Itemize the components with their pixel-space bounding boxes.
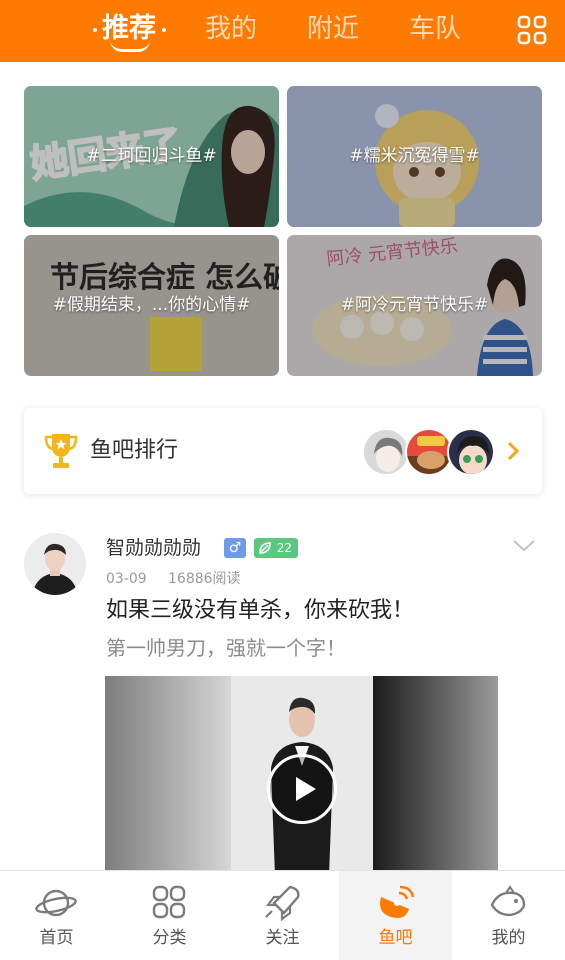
active-tab-left-dot <box>93 28 97 32</box>
bottom-tab-fishbar[interactable]: 鱼吧 <box>339 871 452 960</box>
play-icon[interactable] <box>267 754 337 824</box>
grid-icon[interactable] <box>516 14 548 46</box>
planet-icon <box>35 889 77 917</box>
active-tab-indicator <box>110 40 150 52</box>
trophy-icon <box>44 434 78 468</box>
avatar <box>364 430 408 474</box>
post-subtitle: 第一帅男刀，强就一个字！ <box>106 636 346 660</box>
topic-card-holiday[interactable]: 节后综合症 怎么破！ #假期结束，...你的心情# <box>24 235 279 376</box>
bottom-tab-mine[interactable]: 我的 <box>452 871 565 960</box>
avatar <box>449 430 493 474</box>
topic-label: #二珂回归斗鱼# <box>86 146 217 166</box>
post-title[interactable]: 如果三级没有单杀，你来砍我！ <box>106 595 414 627</box>
chevron-down-icon[interactable] <box>512 539 536 553</box>
post-date: 03-09 <box>106 571 147 587</box>
bottom-tab-category[interactable]: 分类 <box>113 871 226 960</box>
ranking-title: 鱼吧排行 <box>90 438 179 463</box>
feed-content: 她回来了 #二珂回归斗鱼# #糯米沉冤得雪# 节后综合症 怎么破！ #假期结束，… <box>0 62 565 870</box>
satellite-dish-icon <box>380 885 415 918</box>
level-badge: 22 <box>254 538 298 558</box>
topic-card-erke[interactable]: 她回来了 #二珂回归斗鱼# <box>24 86 279 227</box>
level-value: 22 <box>276 541 292 555</box>
post-video[interactable] <box>105 676 498 870</box>
topic-card-nuomi[interactable]: #糯米沉冤得雪# <box>287 86 542 227</box>
ranking-avatar <box>447 428 495 476</box>
tab-team[interactable]: 车队 <box>409 10 461 48</box>
gender-badge: ♂ <box>224 538 246 558</box>
bottom-tab-home[interactable]: 首页 <box>0 871 113 960</box>
post-read-count: 16886阅读 <box>168 571 241 587</box>
top-nav: 推荐 我的 附近 车队 <box>0 0 565 62</box>
bottom-tab-label: 关注 <box>265 928 300 948</box>
bottom-tab-label: 首页 <box>39 928 74 948</box>
bottom-tab-label: 我的 <box>491 928 526 948</box>
topic-label: #假期结束，...你的心情# <box>52 295 251 315</box>
tab-mine[interactable]: 我的 <box>205 10 257 48</box>
rocket-icon <box>265 885 300 922</box>
leaf-icon <box>259 542 271 554</box>
bottom-tab-label: 分类 <box>152 928 187 948</box>
ranking-avatar <box>405 428 453 476</box>
bottom-tab-follow[interactable]: 关注 <box>226 871 339 960</box>
ranking-avatar <box>362 428 410 476</box>
post-author-name[interactable]: 智勋勋勋勋 <box>106 534 201 562</box>
topic-label: #糯米沉冤得雪# <box>349 146 480 166</box>
avatar <box>24 533 86 595</box>
bottom-nav: 首页 分类 关注 鱼吧 我的 <box>0 870 565 960</box>
active-tab-right-dot <box>162 28 166 32</box>
tab-nearby[interactable]: 附近 <box>307 10 359 48</box>
fishbar-ranking[interactable]: 鱼吧排行 <box>24 408 542 494</box>
grid-icon <box>152 885 186 919</box>
fish-icon <box>490 885 526 917</box>
topic-label: #阿冷元宵节快乐# <box>340 295 489 315</box>
post-author-avatar[interactable] <box>24 533 86 595</box>
chevron-right-icon[interactable] <box>506 440 520 462</box>
bottom-tab-label: 鱼吧 <box>378 928 413 948</box>
topic-card-aleng[interactable]: 阿冷 元宵节快乐 #阿冷元宵节快乐# <box>287 235 542 376</box>
